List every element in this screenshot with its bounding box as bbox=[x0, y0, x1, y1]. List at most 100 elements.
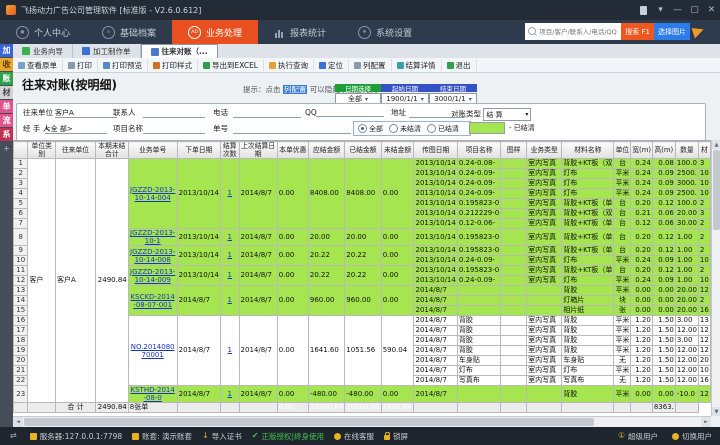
tool-打印预览[interactable]: 打印预览 bbox=[98, 59, 148, 71]
tool-定位[interactable]: 定位 bbox=[314, 59, 349, 71]
cell-upload-date: 2013/10/14 bbox=[414, 209, 457, 219]
menu-item-系统设置[interactable]: ✱系统设置 bbox=[342, 20, 428, 44]
maximize-button[interactable]: ▢ bbox=[686, 3, 703, 17]
status-超级用户[interactable]: ①超级用户 bbox=[618, 431, 658, 442]
horizontal-scroll-thumb[interactable] bbox=[24, 418, 594, 426]
sidebar-tab-系[interactable]: 系 bbox=[0, 128, 13, 141]
caret-down-icon[interactable]: ▾ bbox=[652, 3, 669, 17]
search-input[interactable] bbox=[525, 23, 621, 40]
status-锁屏[interactable]: 锁屏 bbox=[384, 431, 408, 442]
scroll-down-icon[interactable]: ▼ bbox=[712, 407, 720, 416]
view-doc-icon bbox=[18, 62, 25, 69]
tab-往来对账（...[interactable]: 往来对账（... bbox=[141, 44, 218, 58]
order-no-link[interactable]: JGZZD-2013-10-14-004 bbox=[130, 186, 175, 202]
order-no-link[interactable]: JGZZD-2013-10-1 bbox=[130, 229, 175, 245]
menu-item-报表统计[interactable]: 报表统计 bbox=[258, 20, 342, 44]
header-下单日期[interactable]: 下单日期 bbox=[177, 142, 220, 159]
radio-已结清[interactable]: 已结清 bbox=[427, 124, 459, 134]
header-业务类型[interactable]: 业务类型 bbox=[527, 142, 562, 159]
radio-未结清[interactable]: 未结清 bbox=[389, 124, 421, 134]
header-图样[interactable]: 图样 bbox=[501, 142, 527, 159]
sidebar-tab-流[interactable]: 流 bbox=[0, 114, 13, 127]
sidebar-tab-单[interactable]: 单 bbox=[0, 100, 13, 113]
filter-input-电话[interactable] bbox=[233, 108, 301, 118]
horizontal-scrollbar[interactable]: ◄ ► bbox=[13, 416, 711, 427]
header-单位[interactable]: 单位 bbox=[614, 142, 631, 159]
header-本期未结合计[interactable]: 本期未结合计 bbox=[95, 142, 128, 159]
settle-times-link[interactable]: 1 bbox=[228, 390, 232, 398]
header-数量[interactable]: 数量 bbox=[675, 142, 698, 159]
header-材料名称[interactable]: 材料名称 bbox=[562, 142, 614, 159]
cell-project-name: 0.195823-0 bbox=[457, 199, 500, 209]
order-no-link[interactable]: JGZZD-2013-10-14-008 bbox=[130, 248, 175, 264]
header-宽(m)[interactable]: 宽(m) bbox=[631, 142, 652, 159]
sidebar-tab-收[interactable]: 收 bbox=[0, 58, 13, 71]
scroll-left-icon[interactable]: ◄ bbox=[13, 417, 23, 427]
tab-加工制作单[interactable]: 加工制作单 bbox=[73, 44, 141, 58]
paper-plane-icon[interactable] bbox=[692, 25, 706, 39]
tool-退出[interactable]: 退出 bbox=[442, 59, 477, 71]
search-button[interactable]: 搜索 F1 bbox=[621, 23, 654, 40]
order-no-link[interactable]: KSCKD-2014-08-07-001 bbox=[131, 293, 175, 309]
header-已结金额[interactable]: 已结金额 bbox=[345, 142, 381, 159]
settle-times-link[interactable]: 1 bbox=[228, 251, 232, 259]
tool-打印[interactable]: 打印 bbox=[63, 59, 98, 71]
vertical-scrollbar[interactable]: ▲ ▼ bbox=[711, 140, 720, 416]
filter-input-项目名称[interactable] bbox=[143, 124, 205, 134]
tool-查看原单[interactable]: 查看原单 bbox=[13, 59, 63, 71]
tool-列配置[interactable]: 列配置 bbox=[349, 59, 392, 71]
vertical-scroll-thumb[interactable] bbox=[713, 150, 720, 230]
reconcile-type-dropdown[interactable]: 结 算 ▾ bbox=[483, 108, 531, 121]
header-往来单位[interactable]: 往来单位 bbox=[56, 142, 96, 159]
sidebar-tab-加[interactable]: 加 bbox=[0, 44, 13, 57]
header-应结金额[interactable]: 应结金额 bbox=[308, 142, 344, 159]
close-button[interactable]: ✕ bbox=[703, 3, 720, 17]
cell-width: 1.20 bbox=[631, 336, 652, 346]
settle-times-link[interactable]: 1 bbox=[228, 296, 232, 304]
header-本单优惠[interactable]: 本单优惠 bbox=[277, 142, 308, 159]
menu-item-基础档案[interactable]: ≡基础档案 bbox=[86, 20, 172, 44]
tab-业务向导[interactable]: 业务向导 bbox=[13, 44, 73, 58]
settle-times-link[interactable]: 1 bbox=[228, 233, 232, 241]
header-高(m)[interactable]: 高(m) bbox=[652, 142, 675, 159]
radio-全部[interactable]: 全部 bbox=[358, 124, 383, 134]
tool-结算详情[interactable]: 结算详情 bbox=[392, 59, 442, 71]
header-业务单号[interactable]: 业务单号 bbox=[128, 142, 177, 159]
filter-input-地址[interactable] bbox=[409, 108, 465, 118]
tool-导出到EXCEL[interactable]: 导出到EXCEL bbox=[198, 59, 264, 71]
settle-times-link[interactable]: 1 bbox=[228, 346, 232, 354]
menu-item-业务处理[interactable]: AD业务处理 bbox=[172, 20, 258, 44]
menu-item-个人中心[interactable]: ●个人中心 bbox=[0, 20, 86, 44]
settle-times-link[interactable]: 1 bbox=[228, 271, 232, 279]
filter-input-经手人[interactable]: <全 部> bbox=[45, 124, 107, 134]
status-导入证书[interactable]: ↓导入证书 bbox=[202, 431, 242, 442]
pick-image-button[interactable]: 选择图片 bbox=[654, 23, 690, 40]
status-切换用户[interactable]: 切换用户 bbox=[672, 431, 712, 442]
filter-input-联系人[interactable] bbox=[143, 108, 205, 118]
scroll-up-icon[interactable]: ▲ bbox=[712, 140, 720, 149]
sidebar-tab-+[interactable]: + bbox=[0, 142, 13, 155]
tool-执行查询[interactable]: 执行查询 bbox=[264, 59, 314, 71]
header-单位类别[interactable]: 单位类别 bbox=[28, 142, 56, 159]
header-结算次数[interactable]: 结算次数 bbox=[220, 142, 239, 159]
filter-input-单号[interactable] bbox=[233, 124, 351, 134]
header-未结金额[interactable]: 未结金额 bbox=[381, 142, 414, 159]
header-传图日期[interactable]: 传图日期 bbox=[414, 142, 457, 159]
tool-打印样式[interactable]: 打印样式 bbox=[148, 59, 198, 71]
scroll-right-icon[interactable]: ► bbox=[701, 417, 711, 427]
order-no-link[interactable]: KSTHD-2014-08-0 bbox=[131, 386, 175, 402]
header-材[interactable]: 材 bbox=[698, 142, 710, 159]
order-no-link[interactable]: NO.201408070001 bbox=[131, 343, 175, 359]
settle-times-link[interactable]: 1 bbox=[228, 189, 232, 197]
sidebar-tab-账[interactable]: 账 bbox=[0, 72, 13, 85]
status-在线客服[interactable]: 在线客服 bbox=[334, 431, 374, 442]
order-no-link[interactable]: JGZZD-2013-10-14-009 bbox=[130, 268, 175, 284]
filter-input-QQ[interactable] bbox=[316, 107, 384, 117]
header-项目名称[interactable]: 项目名称 bbox=[457, 142, 500, 159]
minimize-button[interactable]: — bbox=[669, 3, 686, 17]
header-上次结算日期[interactable]: 上次结算日期 bbox=[239, 142, 277, 159]
skin-icon[interactable] bbox=[640, 6, 647, 15]
hint-column-config-link[interactable]: 列配置 bbox=[283, 85, 308, 94]
filter-input-往来单位[interactable]: 客户A bbox=[55, 108, 117, 118]
sidebar-tab-材[interactable]: 材 bbox=[0, 86, 13, 99]
